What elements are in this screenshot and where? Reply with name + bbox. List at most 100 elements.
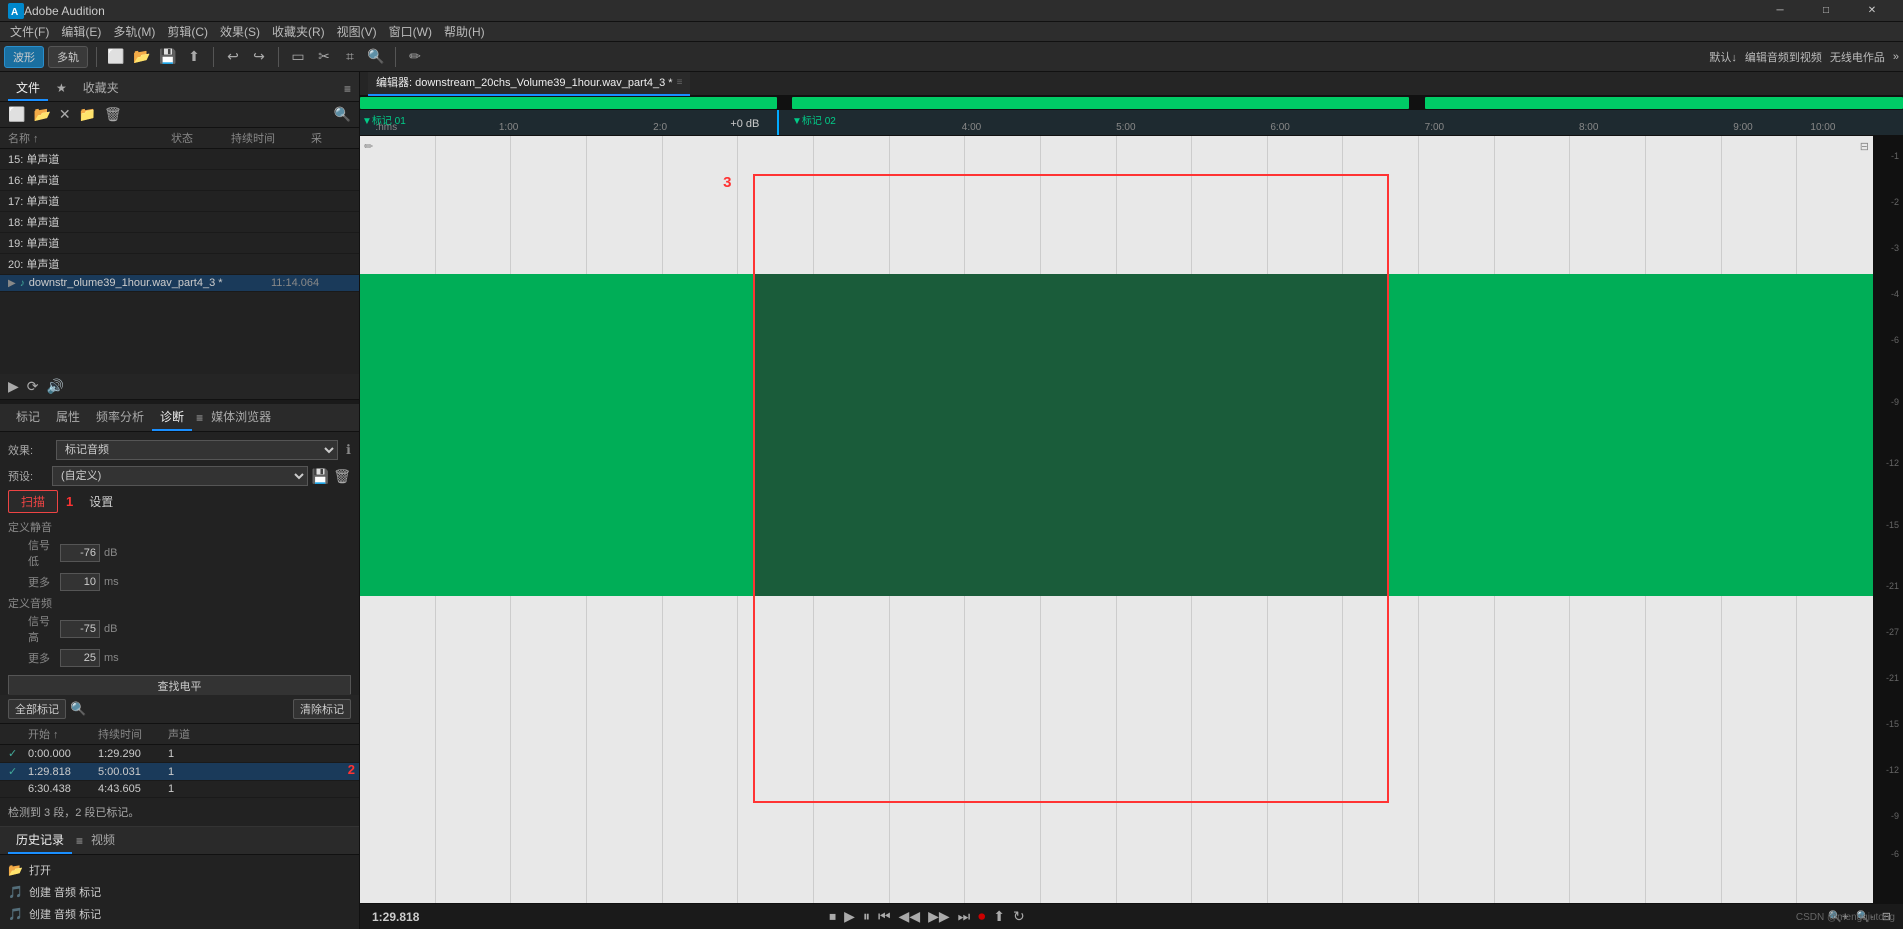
- menu-multitrack[interactable]: 多轨(M): [107, 22, 161, 42]
- list-item[interactable]: 16: 单声道: [0, 170, 359, 191]
- all-markers-button[interactable]: 全部标记: [8, 699, 66, 719]
- waveform-mode-button[interactable]: 波形: [4, 46, 44, 68]
- default-workspace-button[interactable]: 默认↓: [1709, 49, 1737, 65]
- list-item[interactable]: 20: 单声道: [0, 254, 359, 275]
- history-menu-icon[interactable]: ≡: [76, 834, 83, 848]
- editor-tab-active[interactable]: 编辑器: downstream_20chs_Volume39_1hour.wav…: [368, 72, 690, 96]
- marker-row[interactable]: ✓ 0:00.000 1:29.290 1: [0, 745, 359, 763]
- radio-button[interactable]: 无线电作品: [1830, 49, 1885, 65]
- tab-properties[interactable]: 属性: [48, 404, 88, 431]
- signal-low-input[interactable]: [60, 544, 100, 562]
- more-low-input[interactable]: [60, 573, 100, 591]
- audio-segment-2-right: [1389, 274, 1873, 596]
- trim-icon[interactable]: ⌗: [339, 46, 361, 68]
- menu-effects[interactable]: 效果(S): [214, 22, 266, 42]
- tab-diagnostics[interactable]: 诊断: [152, 404, 192, 431]
- tab-favorites[interactable]: 收藏夹: [75, 76, 127, 101]
- new-file-button[interactable]: ⬜: [8, 106, 25, 123]
- signal-high-input[interactable]: [60, 620, 100, 638]
- list-item[interactable]: 17: 单声道: [0, 191, 359, 212]
- record-button[interactable]: ⏺: [978, 908, 985, 925]
- history-item[interactable]: 📂 打开: [0, 859, 359, 881]
- db-label: -15: [1886, 520, 1899, 530]
- timeline-ruler[interactable]: ▼标记 01 ▼标记 02 :hms 1:00 2:0 +0 dB 4:00 5…: [360, 110, 1903, 136]
- close-file-button[interactable]: ✕: [59, 106, 71, 123]
- find-level-button[interactable]: 查找电平: [8, 675, 351, 694]
- marker-row-selected[interactable]: ✓ 1:29.818 5:00.031 1 2: [0, 763, 359, 781]
- tab-files[interactable]: 文件: [8, 76, 48, 101]
- list-item-selected[interactable]: ▶ ♪ downstr_olume39_1hour.wav_part4_3 * …: [0, 275, 359, 292]
- search-button[interactable]: 🔍: [334, 106, 351, 123]
- zoom-icon[interactable]: 🔍: [365, 46, 387, 68]
- loop-button[interactable]: ⟳: [27, 378, 39, 395]
- pause-button[interactable]: ⏸: [863, 908, 870, 925]
- go-start-button[interactable]: ⏮: [878, 908, 891, 925]
- multitrack-mode-button[interactable]: 多轨: [48, 46, 88, 68]
- new-icon[interactable]: ⬜: [105, 46, 127, 68]
- settings-link[interactable]: 设置: [89, 493, 113, 510]
- list-item[interactable]: 19: 单声道: [0, 233, 359, 254]
- open-file-button[interactable]: 📂: [33, 106, 50, 123]
- export-button[interactable]: ⬆: [993, 908, 1005, 925]
- pencil-icon[interactable]: ✏: [404, 46, 426, 68]
- folder-button[interactable]: 📁: [79, 106, 96, 123]
- tab-frequency[interactable]: 频率分析: [88, 404, 152, 431]
- effect-select[interactable]: 标记音频: [56, 440, 338, 460]
- clear-markers-button[interactable]: 清除标记: [293, 699, 351, 719]
- save-icon[interactable]: 💾: [157, 46, 179, 68]
- col-channel-header: 声道: [168, 726, 198, 742]
- menu-help[interactable]: 帮助(H): [438, 22, 491, 42]
- menu-edit[interactable]: 编辑(E): [55, 22, 107, 42]
- preset-select[interactable]: (自定义): [52, 466, 308, 486]
- editor-tab-menu-icon[interactable]: ≡: [677, 72, 683, 95]
- list-item[interactable]: 15: 单声道: [0, 149, 359, 170]
- tab-video[interactable]: 视频: [83, 827, 123, 854]
- minimize-button[interactable]: ─: [1757, 0, 1803, 22]
- volume-button[interactable]: 🔊: [47, 378, 64, 395]
- preset-delete-button[interactable]: 🗑: [333, 468, 351, 485]
- tab-menu-icon[interactable]: ≡: [196, 411, 203, 425]
- edit-audio-video-button[interactable]: 编辑音频到视频: [1745, 49, 1822, 65]
- scan-button[interactable]: 扫描: [8, 490, 58, 513]
- list-item[interactable]: 18: 单声道: [0, 212, 359, 233]
- loop-toggle-button[interactable]: ↻: [1013, 908, 1025, 925]
- marker-search-icon[interactable]: 🔍: [70, 701, 86, 717]
- select-icon[interactable]: ▭: [287, 46, 309, 68]
- app-title: Adobe Audition: [24, 4, 105, 18]
- preset-save-button[interactable]: 💾: [312, 468, 329, 485]
- export-icon[interactable]: ⬆: [183, 46, 205, 68]
- menu-favorites[interactable]: 收藏夹(R): [266, 22, 331, 42]
- more-high-input[interactable]: [60, 649, 100, 667]
- undo-icon[interactable]: ↩: [222, 46, 244, 68]
- tab-history[interactable]: 历史记录: [8, 827, 72, 854]
- rewind-button[interactable]: ◀◀: [899, 908, 921, 925]
- close-button[interactable]: ✕: [1849, 0, 1895, 22]
- tab-favorites-star[interactable]: ★: [48, 78, 75, 100]
- menu-clip[interactable]: 剪辑(C): [161, 22, 214, 42]
- go-end-button[interactable]: ⏭: [958, 908, 971, 925]
- play-pause-button[interactable]: ▶: [844, 908, 855, 925]
- history-item[interactable]: 🎵 创建 音频 标记: [0, 903, 359, 925]
- info-icon[interactable]: ℹ: [346, 442, 351, 458]
- cut-icon[interactable]: ✂: [313, 46, 335, 68]
- marker-row[interactable]: 6:30.438 4:43.605 1: [0, 781, 359, 798]
- trash-button[interactable]: 🗑: [104, 106, 122, 123]
- more-workspaces-button[interactable]: »: [1893, 51, 1899, 63]
- audio-dark-middle: [753, 274, 1388, 596]
- waveform-display[interactable]: 3 ✏ ⊟: [360, 136, 1873, 903]
- stop-button[interactable]: ⏹: [829, 908, 836, 925]
- menu-window[interactable]: 窗口(W): [383, 22, 438, 42]
- tab-media-browser[interactable]: 媒体浏览器: [203, 404, 279, 431]
- open-icon[interactable]: 📂: [131, 46, 153, 68]
- maximize-button[interactable]: □: [1803, 0, 1849, 22]
- time-4-label: 4:00: [962, 122, 981, 133]
- redo-icon[interactable]: ↪: [248, 46, 270, 68]
- menu-file[interactable]: 文件(F): [4, 22, 55, 42]
- tab-markers[interactable]: 标记: [8, 404, 48, 431]
- fast-forward-button[interactable]: ▶▶: [928, 908, 950, 925]
- files-table-header: 名称 ↑ 状态 持续时间 采: [0, 128, 359, 149]
- play-button[interactable]: ▶: [8, 378, 19, 395]
- panel-menu-icon[interactable]: ≡: [344, 82, 351, 96]
- history-item[interactable]: 🎵 创建 音频 标记: [0, 881, 359, 903]
- menu-view[interactable]: 视图(V): [331, 22, 383, 42]
